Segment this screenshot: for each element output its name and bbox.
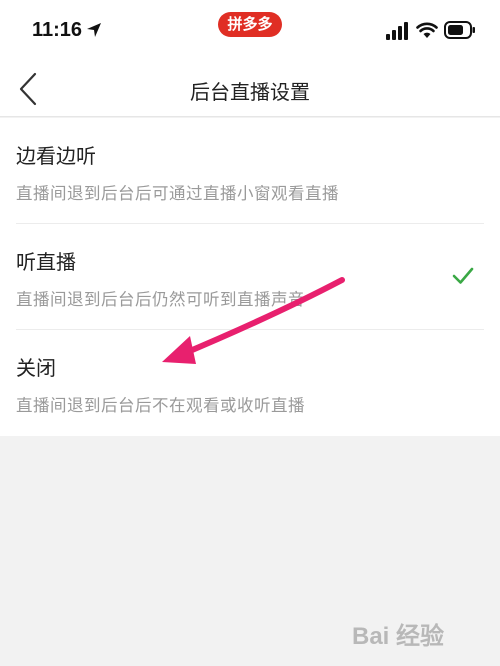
status-time: 11:16 [32,19,83,41]
watermark-logo: Bai 经验 [352,622,444,650]
option-title: 边看边听 [16,144,96,168]
annotation-arrow-icon [162,277,345,364]
status-bar: 11:16 拼多多 [0,0,500,62]
nav-bar: 后台直播设置 [0,62,500,117]
checkmark-icon [452,267,474,284]
option-title: 听直播 [16,250,76,274]
option-description: 直播间退到后台后可通过直播小窗观看直播 [16,184,339,203]
option-watch-and-listen[interactable]: 边看边听 直播间退到后台后可通过直播小窗观看直播 [0,118,500,224]
page-title: 后台直播设置 [190,80,310,104]
watermark-text: Bai 经验 [352,622,444,650]
cellular-signal-icon [386,22,408,40]
option-title: 关闭 [16,356,56,380]
app-badge: 拼多多 [218,12,282,37]
location-arrow-icon [87,23,101,37]
battery-icon [444,21,475,39]
wifi-icon [416,22,438,38]
option-description: 直播间退到后台后不在观看或收听直播 [16,396,305,415]
